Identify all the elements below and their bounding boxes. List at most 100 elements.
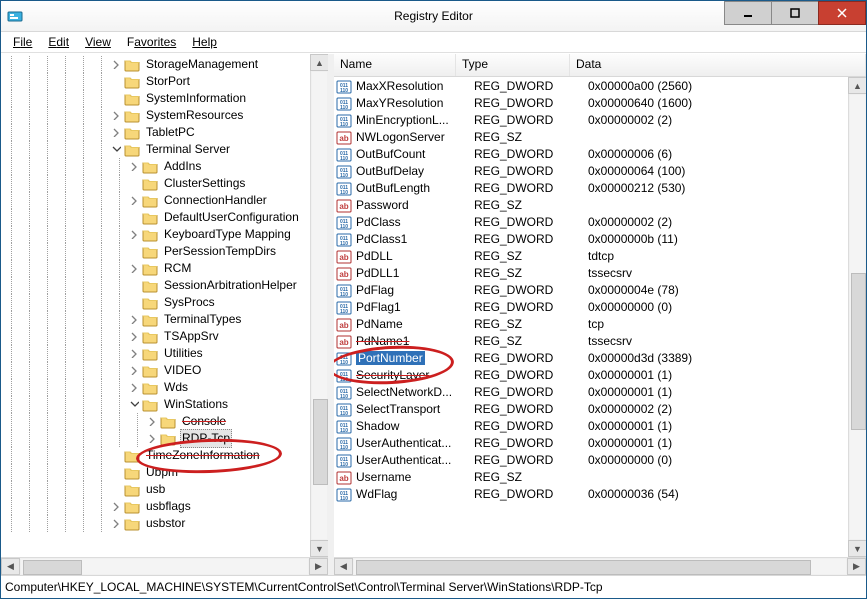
list-row[interactable]: 011110MinEncryptionL...REG_DWORD0x000000… bbox=[334, 112, 848, 129]
list-row[interactable]: 011110PdClass1REG_DWORD0x0000000b (11) bbox=[334, 231, 848, 248]
tree-item[interactable]: TerminalTypes bbox=[3, 311, 310, 328]
list-row[interactable]: 011110MaxYResolutionREG_DWORD0x00000640 … bbox=[334, 95, 848, 112]
expand-icon[interactable] bbox=[129, 348, 140, 359]
tree-item[interactable]: TSAppSrv bbox=[3, 328, 310, 345]
tree-item[interactable]: TimeZoneInformation bbox=[3, 447, 310, 464]
value-data: 0x00000001 (1) bbox=[588, 367, 848, 384]
tree-vertical-scrollbar[interactable]: ▲ ▼ bbox=[310, 54, 328, 557]
menu-favorites[interactable]: Favorites bbox=[119, 33, 184, 51]
scroll-up-button[interactable]: ▲ bbox=[310, 54, 328, 71]
tree-item[interactable]: DefaultUserConfiguration bbox=[3, 209, 310, 226]
tree-item[interactable]: ConnectionHandler bbox=[3, 192, 310, 209]
expand-icon[interactable] bbox=[129, 263, 140, 274]
tree-item[interactable]: Terminal Server bbox=[3, 141, 310, 158]
tree-item[interactable]: KeyboardType Mapping bbox=[3, 226, 310, 243]
tree-item[interactable]: WinStations bbox=[3, 396, 310, 413]
list-row[interactable]: abPdNameREG_SZtcp bbox=[334, 316, 848, 333]
column-header-type[interactable]: Type bbox=[456, 54, 570, 76]
expand-icon[interactable] bbox=[129, 331, 140, 342]
scroll-left-button[interactable]: ◀ bbox=[1, 558, 20, 575]
list-row[interactable]: abPdName1REG_SZtssecsrv bbox=[334, 333, 848, 350]
tree-item[interactable]: TabletPC bbox=[3, 124, 310, 141]
list-row[interactable]: 011110PortNumberREG_DWORD0x00000d3d (338… bbox=[334, 350, 848, 367]
list-row[interactable]: 011110ShadowREG_DWORD0x00000001 (1) bbox=[334, 418, 848, 435]
list-row[interactable]: 011110SelectTransportREG_DWORD0x00000002… bbox=[334, 401, 848, 418]
svg-text:110: 110 bbox=[340, 224, 348, 230]
list-row[interactable]: 011110SecurityLayerREG_DWORD0x00000001 (… bbox=[334, 367, 848, 384]
list-row[interactable]: abPasswordREG_SZ bbox=[334, 197, 848, 214]
column-header-name[interactable]: Name bbox=[334, 54, 456, 76]
expand-icon[interactable] bbox=[129, 161, 140, 172]
tree-item[interactable]: SessionArbitrationHelper bbox=[3, 277, 310, 294]
list-row[interactable]: abPdDLL1REG_SZtssecsrv bbox=[334, 265, 848, 282]
tree-item[interactable]: usbflags bbox=[3, 498, 310, 515]
menu-help[interactable]: Help bbox=[184, 33, 225, 51]
tree-horizontal-scrollbar[interactable]: ◀ ▶ bbox=[1, 557, 328, 575]
values-list[interactable]: 011110MaxXResolutionREG_DWORD0x00000a00 … bbox=[334, 77, 848, 557]
tree-item[interactable]: SysProcs bbox=[3, 294, 310, 311]
list-row[interactable]: 011110MaxXResolutionREG_DWORD0x00000a00 … bbox=[334, 78, 848, 95]
tree-item[interactable]: RDP-Tcp bbox=[3, 430, 310, 447]
titlebar[interactable]: Registry Editor bbox=[1, 1, 866, 32]
expand-icon[interactable] bbox=[147, 433, 158, 444]
expand-icon[interactable] bbox=[129, 195, 140, 206]
tree-item[interactable]: StorageManagement bbox=[3, 56, 310, 73]
list-row[interactable]: 011110WdFlagREG_DWORD0x00000036 (54) bbox=[334, 486, 848, 503]
expand-icon[interactable] bbox=[147, 416, 158, 427]
close-button[interactable] bbox=[818, 1, 866, 25]
tree-item[interactable]: Wds bbox=[3, 379, 310, 396]
tree-item-label: TabletPC bbox=[144, 124, 197, 141]
tree-item[interactable]: Ubpm bbox=[3, 464, 310, 481]
tree-item[interactable]: Utilities bbox=[3, 345, 310, 362]
expand-icon[interactable] bbox=[111, 501, 122, 512]
list-row[interactable]: 011110UserAuthenticat...REG_DWORD0x00000… bbox=[334, 452, 848, 469]
minimize-button[interactable] bbox=[724, 1, 772, 25]
tree-item[interactable]: SystemInformation bbox=[3, 90, 310, 107]
tree-item[interactable]: RCM bbox=[3, 260, 310, 277]
tree-item[interactable]: PerSessionTempDirs bbox=[3, 243, 310, 260]
list-vertical-scrollbar[interactable]: ▲ ▼ bbox=[848, 77, 866, 557]
maximize-button[interactable] bbox=[771, 1, 819, 25]
scroll-down-button[interactable]: ▼ bbox=[848, 540, 866, 557]
tree-item[interactable]: Console bbox=[3, 413, 310, 430]
tree-item[interactable]: ClusterSettings bbox=[3, 175, 310, 192]
expand-icon[interactable] bbox=[111, 518, 122, 529]
scroll-down-button[interactable]: ▼ bbox=[310, 540, 328, 557]
expand-icon[interactable] bbox=[129, 382, 140, 393]
list-row[interactable]: abNWLogonServerREG_SZ bbox=[334, 129, 848, 146]
list-row[interactable]: 011110OutBufDelayREG_DWORD0x00000064 (10… bbox=[334, 163, 848, 180]
menu-file[interactable]: File bbox=[5, 33, 40, 51]
list-horizontal-scrollbar[interactable]: ◀ ▶ bbox=[334, 557, 866, 575]
tree-item[interactable]: StorPort bbox=[3, 73, 310, 90]
list-row[interactable]: 011110PdFlagREG_DWORD0x0000004e (78) bbox=[334, 282, 848, 299]
list-row[interactable]: abPdDLLREG_SZtdtcp bbox=[334, 248, 848, 265]
scroll-left-button[interactable]: ◀ bbox=[334, 558, 353, 575]
expand-icon[interactable] bbox=[111, 110, 122, 121]
tree-item[interactable]: SystemResources bbox=[3, 107, 310, 124]
scroll-right-button[interactable]: ▶ bbox=[309, 558, 328, 575]
expand-icon[interactable] bbox=[129, 229, 140, 240]
tree-item[interactable]: VIDEO bbox=[3, 362, 310, 379]
list-row[interactable]: 011110PdFlag1REG_DWORD0x00000000 (0) bbox=[334, 299, 848, 316]
collapse-icon[interactable] bbox=[129, 399, 140, 410]
menu-edit[interactable]: Edit bbox=[40, 33, 77, 51]
list-row[interactable]: 011110SelectNetworkD...REG_DWORD0x000000… bbox=[334, 384, 848, 401]
list-row[interactable]: 011110PdClassREG_DWORD0x00000002 (2) bbox=[334, 214, 848, 231]
list-row[interactable]: 011110OutBufCountREG_DWORD0x00000006 (6) bbox=[334, 146, 848, 163]
tree-item[interactable]: usbstor bbox=[3, 515, 310, 532]
list-row[interactable]: 011110UserAuthenticat...REG_DWORD0x00000… bbox=[334, 435, 848, 452]
scroll-right-button[interactable]: ▶ bbox=[847, 558, 866, 575]
scroll-up-button[interactable]: ▲ bbox=[848, 77, 866, 94]
menu-view[interactable]: View bbox=[77, 33, 119, 51]
list-row[interactable]: abUsernameREG_SZ bbox=[334, 469, 848, 486]
expand-icon[interactable] bbox=[129, 365, 140, 376]
list-row[interactable]: 011110OutBufLengthREG_DWORD0x00000212 (5… bbox=[334, 180, 848, 197]
column-header-data[interactable]: Data bbox=[570, 54, 866, 76]
expand-icon[interactable] bbox=[129, 314, 140, 325]
expand-icon[interactable] bbox=[111, 59, 122, 70]
collapse-icon[interactable] bbox=[111, 144, 122, 155]
tree-item[interactable]: usb bbox=[3, 481, 310, 498]
tree-item[interactable]: AddIns bbox=[3, 158, 310, 175]
tree-view[interactable]: StorageManagementStorPortSystemInformati… bbox=[1, 54, 310, 557]
expand-icon[interactable] bbox=[111, 127, 122, 138]
